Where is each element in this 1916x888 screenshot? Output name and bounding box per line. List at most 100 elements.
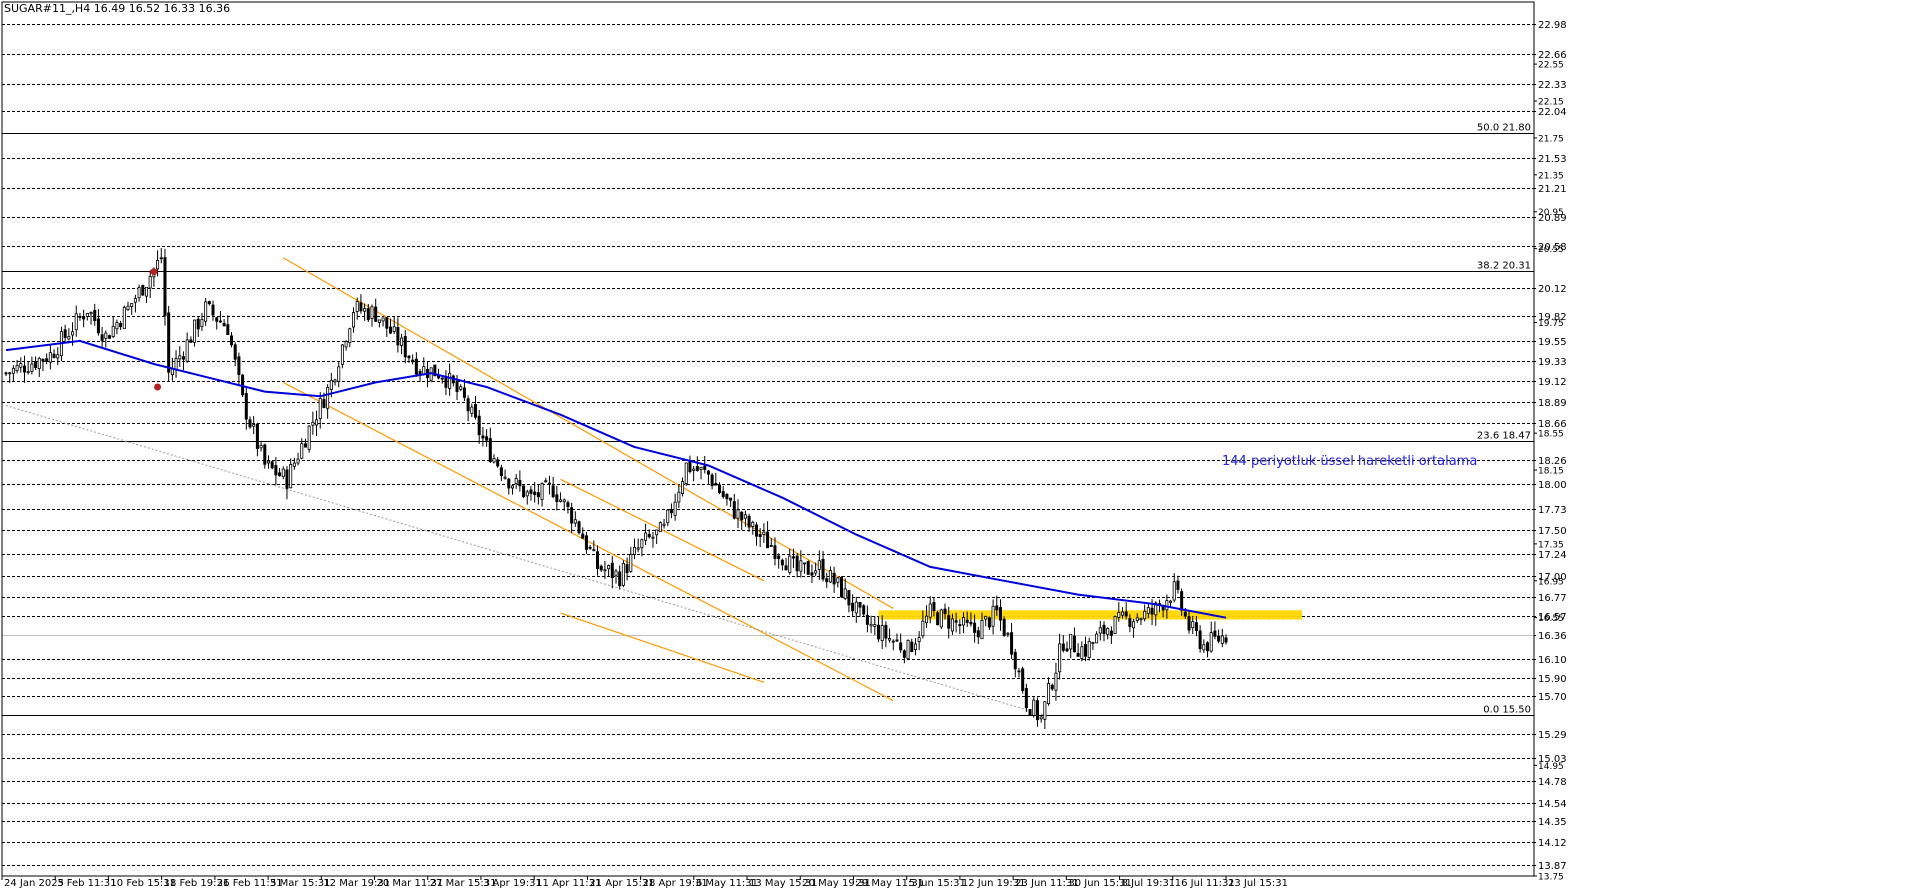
candle-body [851,602,855,612]
candle-body [928,603,932,618]
candle-body [248,419,252,428]
candle-body [891,640,895,643]
candle-body [1087,641,1091,658]
candle-body [259,444,263,449]
time-tick-label: 5 Jun 15:31 [909,878,966,888]
candle-body [111,325,115,337]
candle-body [207,301,211,305]
candle-body [780,559,784,566]
axis-tick-label: 20.12 [1538,284,1567,295]
candle-body [263,444,267,465]
candle-body [655,529,659,536]
candle-body [126,305,130,311]
time-tick-label: 3 Apr 19:31 [483,878,542,888]
candle-body [725,493,729,500]
candle-body [337,366,341,382]
candle-body [252,424,256,427]
candle-body [817,560,821,570]
candle-body [26,371,30,374]
fractal-marker [154,383,162,391]
candle-body [462,387,466,398]
candle-body [8,372,12,375]
candle-body [1002,618,1006,636]
axis-minor-label: 19.75 [1538,319,1564,329]
candle-body [1217,635,1221,642]
axis-tick-label: 22.33 [1538,80,1567,91]
candle-body [133,298,137,303]
candle-body [932,602,936,611]
candle-body [1172,581,1176,601]
candle-body [1006,632,1010,635]
axis-tick-label: 16.10 [1538,655,1567,666]
candle-body [1091,642,1095,644]
candle-body [721,491,725,498]
candle-body [278,472,282,477]
ema-annotation: 144 periyotluk üssel hareketli ortalama [1222,454,1477,469]
candle-body [374,306,378,322]
axis-minor-label: 16.55 [1538,614,1564,624]
candle-body [998,607,1002,621]
candle-body [344,341,348,348]
candle-body [1120,611,1124,616]
axis-tick-label: 17.24 [1538,550,1567,561]
candle-body [566,502,570,508]
candle-body [751,521,755,527]
axis-tick-label: 18.66 [1538,419,1567,430]
candle-body [1047,683,1051,705]
candle-body [1117,612,1121,618]
candle-body [692,468,696,471]
candle-body [237,356,241,375]
candle-body [962,617,966,626]
candle-body [706,470,710,475]
candle-body [662,523,666,526]
candle-body [266,460,270,464]
candle-body [651,536,655,539]
fib-label: 50.0 21.80 [1477,123,1531,134]
candle-body [67,336,71,340]
candle-body [784,565,788,571]
candle-body [584,535,588,550]
candle-body [340,344,344,365]
candle-body [41,358,45,362]
candle-body [370,306,374,319]
price-chart[interactable]: 50.0 21.8038.2 20.3123.6 18.470.0 15.50 … [0,0,1916,888]
candle-body [363,308,367,312]
candle-body [196,318,200,330]
candle-body [987,617,991,628]
candle-body [115,322,119,330]
fib-label: 0.0 15.50 [1483,705,1531,716]
candle-body [658,522,662,533]
candle-body [562,499,566,503]
candle-body [899,642,903,651]
candle-body [222,322,226,327]
candle-body [1124,611,1128,617]
candle-body [540,483,544,500]
candle-body [573,519,577,524]
candle-body [48,352,52,363]
candle-body [621,563,625,586]
candle-body [1080,646,1084,659]
candle-body [485,436,489,441]
axis-tick-label: 14.35 [1538,817,1567,828]
candle-body [577,521,581,534]
candle-body [799,560,803,572]
candle-body [1146,607,1150,614]
axis-tick-label: 17.73 [1538,505,1567,516]
candle-body [610,562,614,579]
candle-body [840,576,844,598]
candle-body [995,605,999,611]
candle-body [1069,633,1073,650]
candle-body [836,577,840,583]
candle-body [174,358,178,370]
candle-body [315,419,319,426]
candle-body [381,317,385,322]
candle-body [1169,600,1173,603]
candle-body [1194,622,1198,632]
candle-body [359,302,363,312]
axis-tick-label: 19.12 [1538,377,1567,388]
candle-body [392,326,396,332]
candle-body [1139,618,1143,621]
candle-body [769,545,773,547]
candle-body [1024,688,1028,709]
candle-body [311,421,315,426]
